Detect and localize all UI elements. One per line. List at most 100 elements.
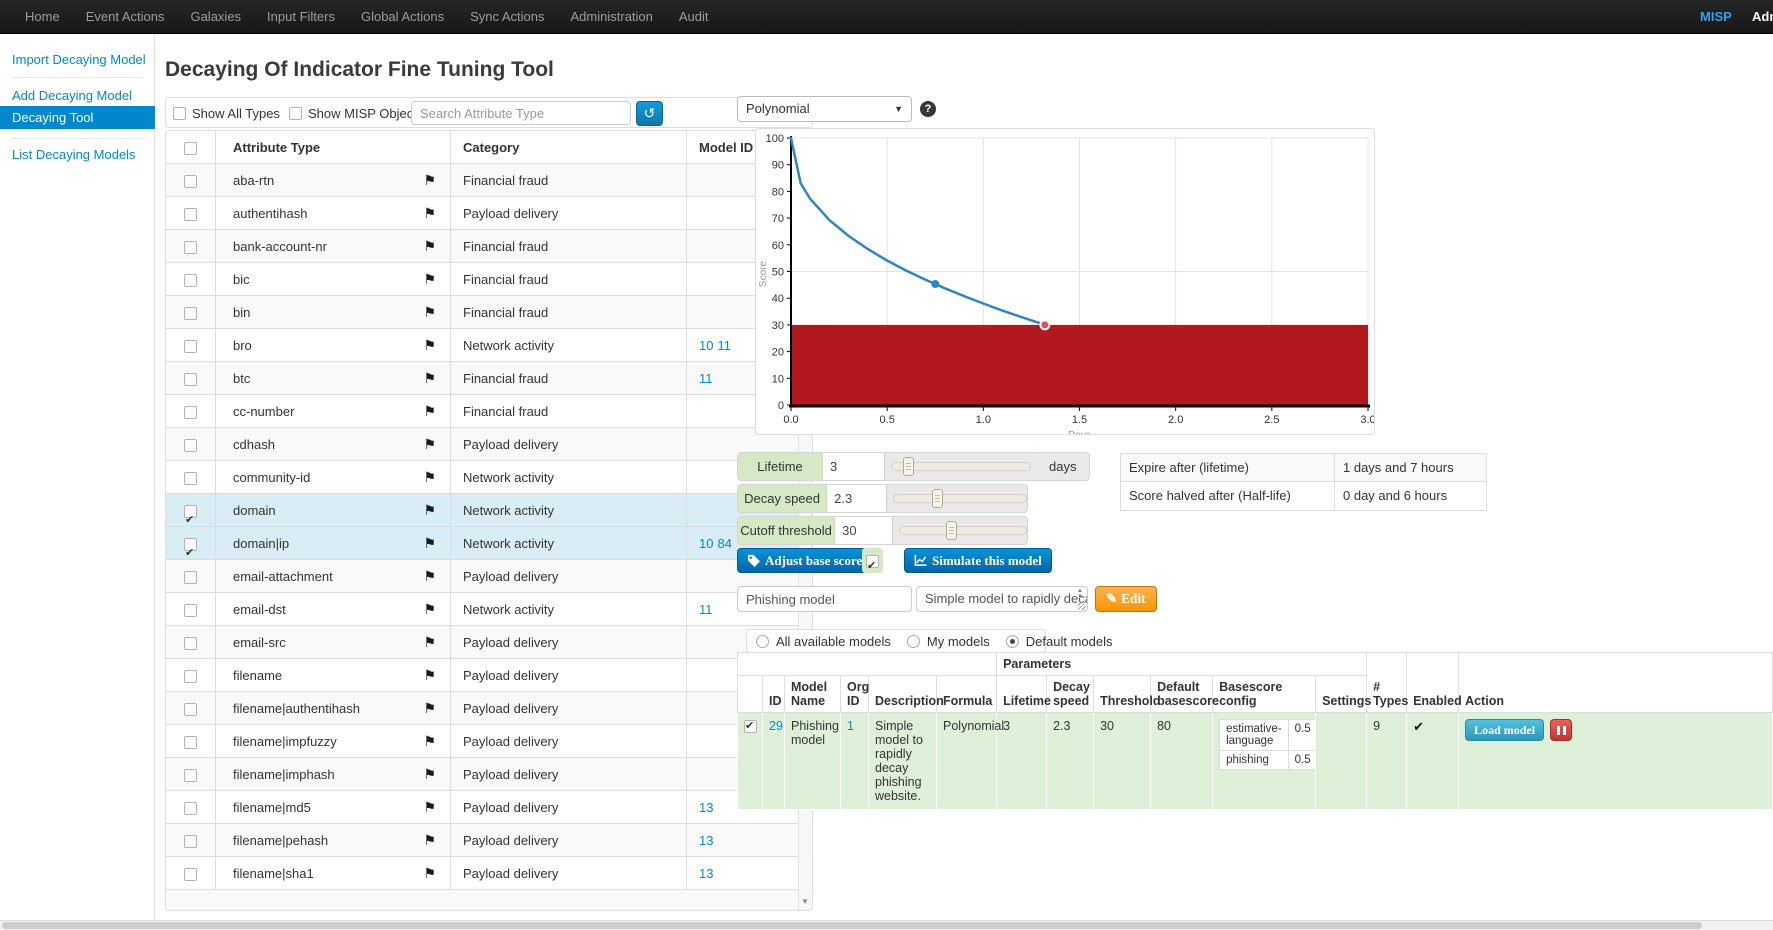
nav-item-global-actions[interactable]: Global Actions [348,0,457,34]
radio-all-available-models[interactable] [756,635,769,648]
load-model-button[interactable]: Load model [1465,719,1544,741]
slider-handle[interactable] [932,489,943,508]
row-checkbox[interactable] [184,604,197,617]
row-checkbox[interactable] [184,703,197,716]
nav-item-event-actions[interactable]: Event Actions [73,0,178,34]
textarea-resize-handle[interactable] [1078,602,1086,610]
column-header-decay-speed[interactable]: Decay speed [1047,676,1094,713]
model-id-link[interactable]: 13 [699,866,713,881]
row-checkbox[interactable] [184,835,197,848]
model-id-link[interactable]: 10 [699,338,713,353]
edit-model-button[interactable]: ✎Edit [1095,586,1157,612]
refresh-button[interactable]: ↺ [636,101,663,126]
sidebar-item-decaying-tool[interactable]: Decaying Tool [0,106,155,129]
model-row-checkbox[interactable] [744,720,757,733]
basescore-config-row: estimative-language0.5 [1220,720,1318,751]
show-all-types-checkbox[interactable] [173,107,186,120]
column-header-types-count[interactable]: # Types [1367,653,1407,713]
slider-value-input[interactable]: 3 [823,453,885,480]
horizontal-scrollbar-thumb[interactable] [2,922,1702,929]
row-checkbox[interactable] [184,868,197,881]
row-checkbox[interactable] [184,769,197,782]
column-header-id[interactable]: ID [763,676,785,713]
sidebar-item-list-decaying-models[interactable]: List Decaying Models [12,147,136,162]
slider-value-input[interactable]: 2.3 [827,485,887,512]
slider-track[interactable] [899,526,1027,535]
column-header-settings[interactable]: Settings [1316,676,1367,713]
row-checkbox[interactable] [184,505,197,518]
adjust-base-score-button[interactable]: Adjust base score [737,548,872,573]
model-id-link[interactable]: 29 [769,719,783,733]
simulate-model-button[interactable]: Simulate this model [904,548,1052,573]
column-header-enabled[interactable]: Enabled [1407,653,1459,713]
slider-handle[interactable] [946,521,957,540]
column-header-formula[interactable]: Formula [937,676,997,713]
row-checkbox[interactable] [184,307,197,320]
row-checkbox[interactable] [184,175,197,188]
column-header-threshold[interactable]: Threshold [1094,676,1151,713]
decay-simulation-chart[interactable]: 01020304050607080901000.00.51.01.52.02.5… [756,129,1374,434]
slider-track[interactable] [893,494,1027,503]
nav-item-audit[interactable]: Audit [666,0,722,34]
model-id-link[interactable]: 11 [699,371,713,386]
nav-item-galaxies[interactable]: Galaxies [177,0,254,34]
radio-default-models[interactable] [1006,635,1019,648]
help-icon[interactable]: ? [920,101,936,117]
row-checkbox[interactable] [184,373,197,386]
chart-marker-cutoff-intersection[interactable] [1040,320,1049,329]
row-checkbox[interactable] [184,340,197,353]
slider-handle[interactable] [903,457,914,476]
formula-select[interactable]: Polynomial ▼ [737,96,912,122]
model-description-textarea[interactable]: Simple model to rapidly decay ▲▼ [916,586,1088,612]
row-checkbox[interactable] [184,670,197,683]
nav-item-input-filters[interactable]: Input Filters [254,0,348,34]
column-header-basescore-config[interactable]: Basescore config [1213,676,1316,713]
radio-my-models[interactable] [907,635,920,648]
row-checkbox[interactable] [184,538,197,551]
org-id-link[interactable]: 1 [847,719,854,733]
scroll-down-arrow[interactable]: ▼ [799,895,811,909]
model-id-link[interactable]: 10 [699,536,713,551]
pause-model-button[interactable] [1550,719,1572,741]
show-misp-objects-checkbox[interactable] [289,107,302,120]
column-header-attribute-type[interactable]: Attribute Type [216,131,451,164]
sidebar-item-import-decaying-model[interactable]: Import Decaying Model [12,52,146,67]
chart-marker-current-score[interactable] [931,280,939,288]
sidebar-item-add-decaying-model[interactable]: Add Decaying Model [12,88,132,103]
row-checkbox[interactable] [184,241,197,254]
horizontal-scrollbar[interactable] [0,920,1773,930]
column-header-description[interactable]: Description [869,676,937,713]
model-id-link[interactable]: 11 [717,338,731,353]
model-id-link[interactable]: 13 [699,833,713,848]
row-checkbox[interactable] [184,802,197,815]
model-name-input[interactable] [737,586,912,612]
textarea-scroll-arrows[interactable]: ▲▼ [1075,588,1085,600]
model-id-link[interactable]: 11 [699,602,713,617]
column-header-model-name[interactable]: Model Name [785,676,841,713]
nav-item-home[interactable]: Home [12,0,73,34]
slider-track[interactable] [891,462,1031,471]
nav-item-sync-actions[interactable]: Sync Actions [457,0,557,34]
column-header-category[interactable]: Category [451,131,687,164]
row-checkbox[interactable] [184,472,197,485]
row-checkbox[interactable] [184,208,197,221]
column-header-org-id[interactable]: Org ID [841,676,869,713]
adjust-base-score-checkbox[interactable] [866,555,879,568]
row-checkbox[interactable] [184,406,197,419]
select-all-checkbox[interactable] [184,142,197,155]
nav-item-administration[interactable]: Administration [558,0,666,34]
slider-value-input[interactable]: 30 [835,517,892,544]
column-header-default-basescore[interactable]: Default basescore [1151,676,1213,713]
row-checkbox[interactable] [184,736,197,749]
model-id-link[interactable]: 84 [717,536,731,551]
column-header-lifetime[interactable]: Lifetime [997,676,1047,713]
misp-brand[interactable]: MISP [1700,0,1732,34]
row-checkbox[interactable] [184,439,197,452]
slider-suffix-label: days [1049,459,1076,474]
search-attribute-type-input[interactable] [411,101,631,125]
navbar-user-menu[interactable]: Adm [1752,0,1773,34]
model-id-link[interactable]: 13 [699,800,713,815]
row-checkbox[interactable] [184,571,197,584]
row-checkbox[interactable] [184,274,197,287]
row-checkbox[interactable] [184,637,197,650]
